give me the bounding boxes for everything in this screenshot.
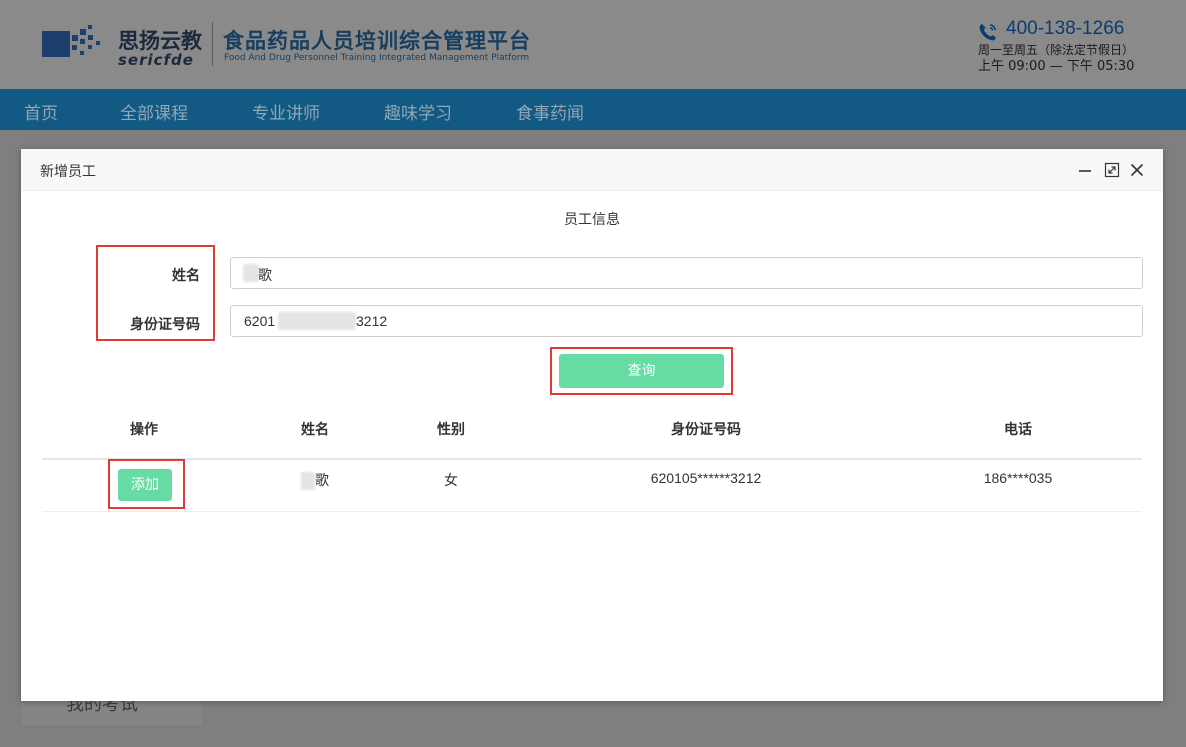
row-id-number: 620105******3212 [650, 470, 762, 486]
id-number-redaction [278, 312, 356, 330]
minimize-icon[interactable] [1077, 162, 1093, 178]
nav-item-news[interactable]: 食事药闻 [516, 99, 584, 124]
row-gender: 女 [444, 472, 458, 488]
maximize-icon[interactable] [1104, 162, 1120, 178]
add-button[interactable]: 添加 [118, 469, 172, 501]
hotline-hours: 上午 09:00 — 下午 05:30 [978, 59, 1135, 74]
main-nav: 首页 全部课程 专业讲师 趣味学习 食事药闻 [0, 89, 1186, 130]
table-header-gender: 性别 [437, 422, 465, 438]
dialog-title: 新增员工 [40, 164, 96, 180]
section-title: 员工信息 [564, 212, 620, 228]
site-header: 思扬云教 sericfde 食品药品人员培训综合管理平台 Food And Dr… [0, 0, 1186, 89]
dialog-titlebar: 新增员工 [21, 149, 1163, 191]
row-name-redaction [301, 472, 315, 491]
table-header-phone: 电话 [1004, 422, 1032, 438]
row-phone: 186****035 [983, 470, 1053, 486]
table-header-name: 姓名 [301, 422, 329, 438]
id-number-suffix: 3212 [356, 313, 388, 329]
nav-item-fun-learning[interactable]: 趣味学习 [384, 99, 452, 124]
table-header-id-number: 身份证号码 [671, 422, 741, 438]
platform-subtitle: Food And Drug Personnel Training Integra… [224, 53, 530, 63]
name-input[interactable]: 歌 [230, 257, 1143, 289]
site-logo[interactable]: 思扬云教 sericfde [42, 21, 212, 69]
logo-text-en: sericfde [118, 51, 194, 69]
nav-item-lecturers[interactable]: 专业讲师 [252, 99, 320, 124]
add-employee-dialog: 新增员工 员工信息 姓名 歌 身份证号码 6201 3212 查询 操作 姓名 … [21, 149, 1163, 701]
close-icon[interactable] [1129, 162, 1145, 178]
query-button[interactable]: 查询 [559, 354, 724, 388]
id-number-input[interactable]: 6201 3212 [230, 305, 1143, 337]
row-name: 歌 [275, 470, 355, 491]
nav-item-courses[interactable]: 全部课程 [120, 99, 188, 124]
name-input-value: 歌 [258, 267, 272, 283]
logo-divider [212, 22, 213, 66]
hotline-number: 400-138-1266 [1006, 18, 1125, 39]
id-number-label: 身份证号码 [130, 317, 200, 333]
table-row-divider [42, 511, 1142, 512]
row-name-text: 歌 [315, 472, 329, 488]
id-number-prefix: 6201 [244, 313, 276, 329]
logo-mark-icon [42, 25, 100, 57]
table-header-divider [42, 458, 1142, 460]
platform-title: 食品药品人员培训综合管理平台 [223, 29, 531, 53]
name-redaction [243, 264, 259, 282]
name-label: 姓名 [172, 268, 200, 284]
nav-item-home[interactable]: 首页 [24, 99, 58, 124]
phone-icon [979, 24, 996, 41]
table-header-action: 操作 [130, 422, 158, 438]
